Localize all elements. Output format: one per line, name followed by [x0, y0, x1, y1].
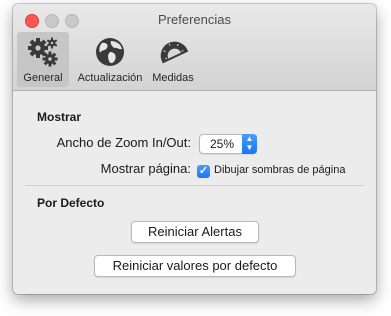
tab-actualizacion-label: Actualización [77, 72, 143, 84]
zoom-width-label: Ancho de Zoom In/Out: [56, 135, 191, 150]
tab-medidas-label: Medidas [152, 72, 194, 84]
tab-medidas[interactable]: Medidas [149, 32, 197, 87]
tab-actualizacion[interactable]: Actualización [73, 32, 147, 87]
section-divider [25, 185, 364, 186]
chevron-updown-icon: ▲ ▼ [242, 134, 257, 154]
show-page-label: Mostrar página: [100, 161, 191, 176]
globe-icon [96, 38, 124, 66]
check-icon: ✓ [198, 165, 209, 177]
protractor-icon [160, 41, 189, 64]
tab-general[interactable]: General [17, 32, 69, 87]
section-mostrar-title: Mostrar [37, 110, 82, 124]
section-defecto-title: Por Defecto [37, 196, 105, 210]
zoom-width-select[interactable]: 25% ▲ ▼ [199, 134, 257, 154]
toolbar: Preferencias General Actualización Medid… [13, 4, 376, 91]
reset-defaults-button[interactable]: Reiniciar valores por defecto [94, 255, 296, 277]
shadows-checkbox[interactable]: ✓ [197, 165, 210, 178]
zoom-width-value: 25% [210, 137, 235, 151]
reset-alerts-button[interactable]: Reiniciar Alertas [131, 221, 259, 243]
window-title: Preferencias [158, 12, 231, 27]
gears-icon [28, 37, 58, 67]
tab-general-label: General [23, 72, 63, 84]
shadows-checkbox-label[interactable]: Dibujar sombras de página [214, 164, 345, 176]
preferences-window: Preferencias General Actualización Medid… [13, 4, 376, 294]
